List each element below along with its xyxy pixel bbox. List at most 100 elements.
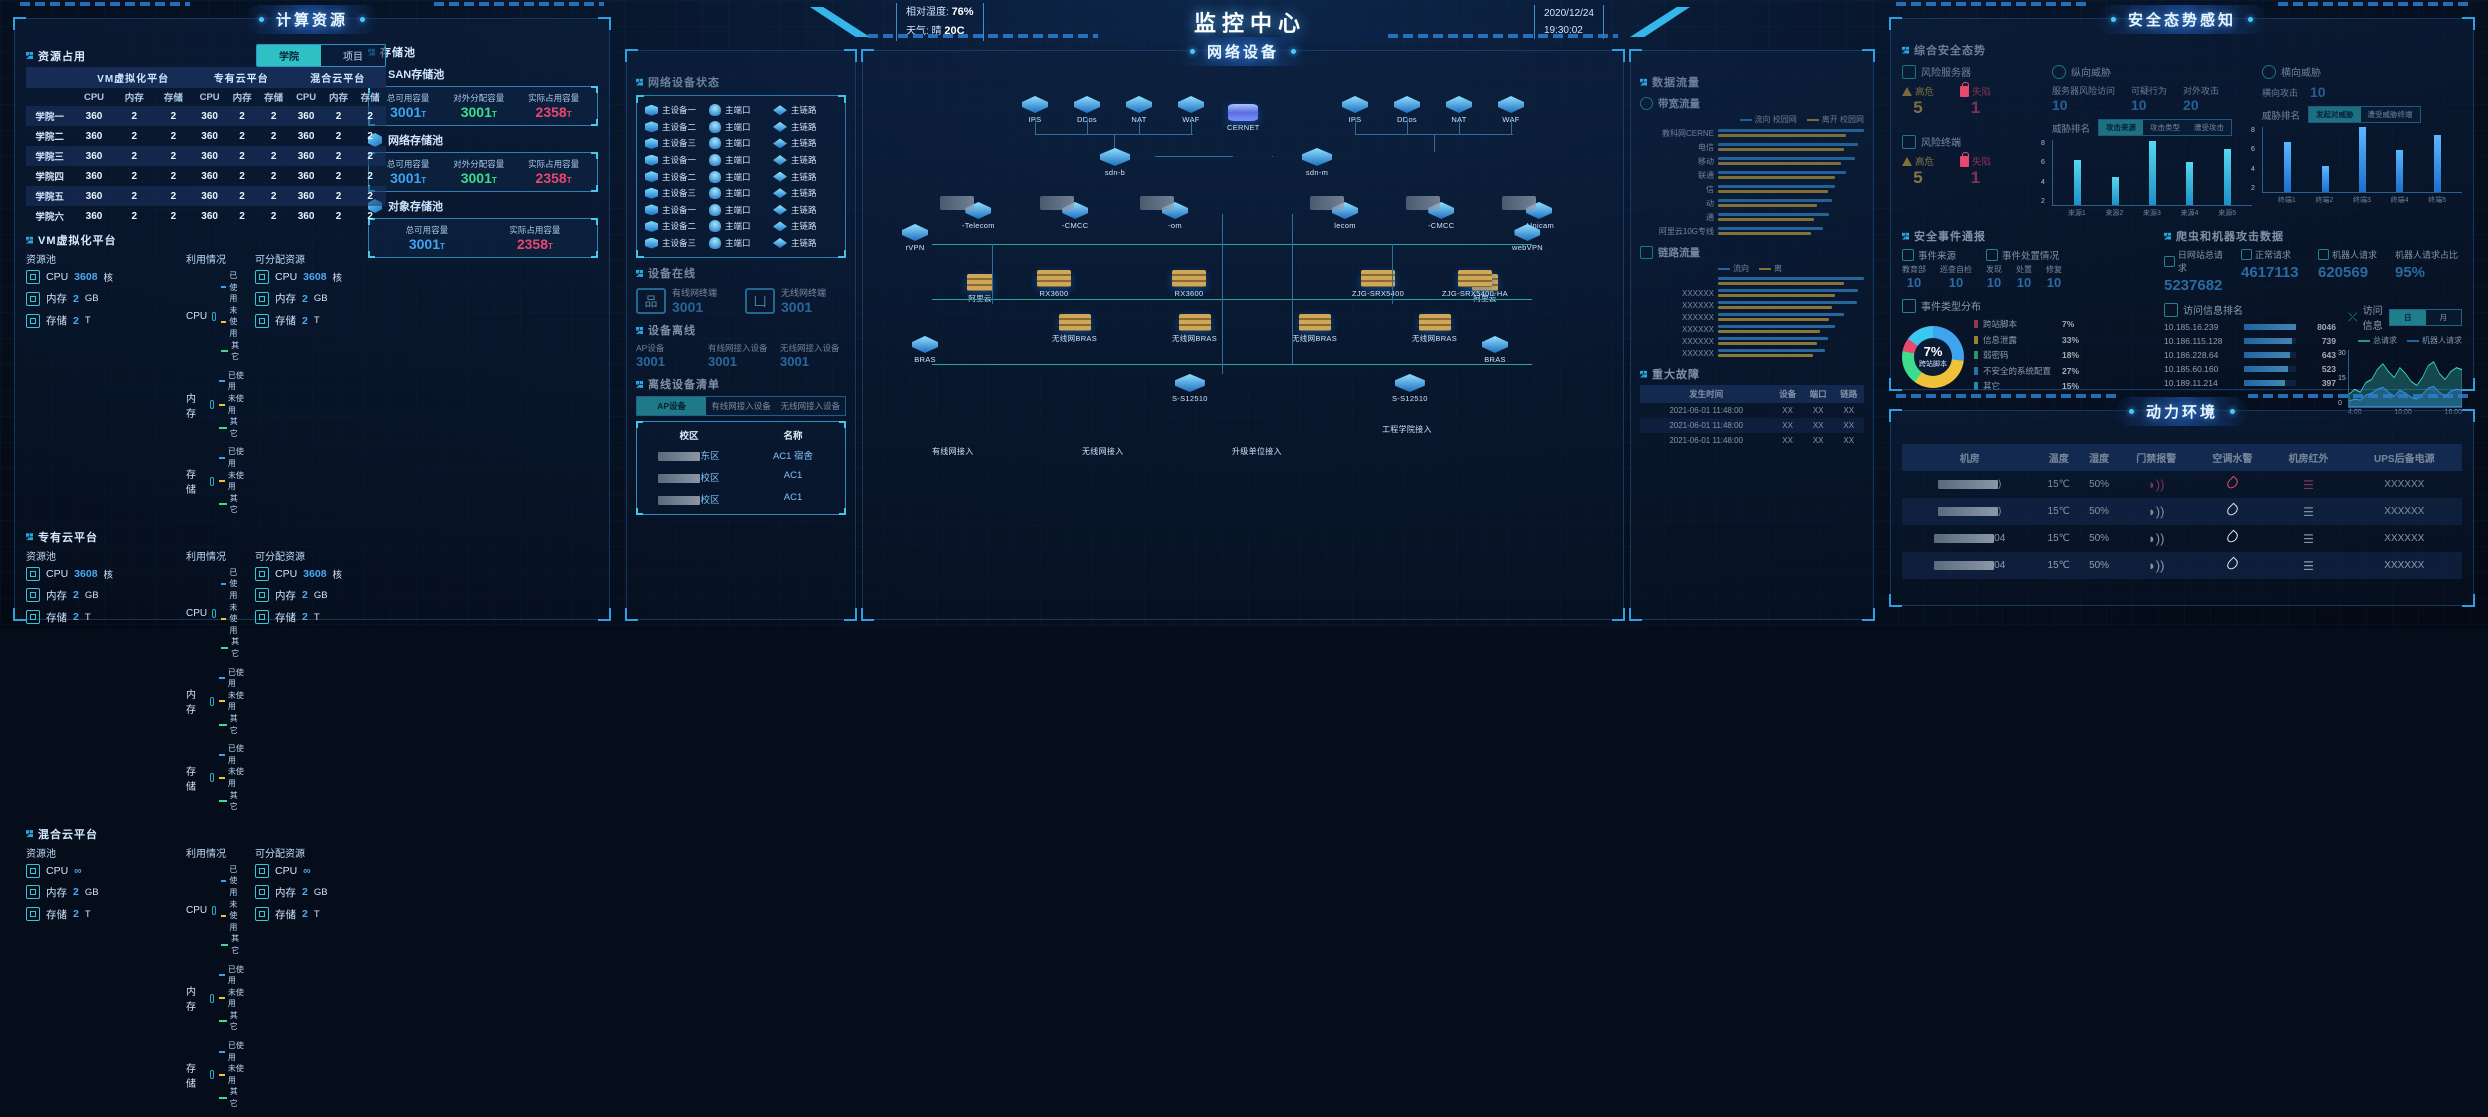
device-label: 主设备二 xyxy=(662,221,697,232)
device-status-row[interactable]: 主设备二 主端口 主链路 xyxy=(641,168,841,185)
list-item[interactable]: 东区 AC1 宿舍 xyxy=(637,444,845,466)
usage-title: 利用情况 xyxy=(186,848,226,860)
topology-node[interactable]: sdn-b xyxy=(1100,148,1130,177)
metric-value: 2358T xyxy=(516,236,553,252)
device-status-row[interactable]: 主设备一 主端口 主链路 xyxy=(641,152,841,169)
toggle-project[interactable]: 项目 xyxy=(321,45,385,66)
node-icon xyxy=(1178,96,1204,113)
label-text: 有线网接入 xyxy=(932,447,974,456)
device-status-row[interactable]: 主设备一 主端口 主链路 xyxy=(641,202,841,219)
alloc-item: 内存 2 GB xyxy=(255,588,403,603)
cell: 2 xyxy=(239,150,245,162)
device-status-row[interactable]: 主设备二 主端口 主链路 xyxy=(641,119,841,136)
header-wing-right-icon xyxy=(1630,7,1690,37)
decor-dashbar xyxy=(1896,394,2116,398)
topology-node[interactable]: BRAS xyxy=(912,336,938,364)
topology-node[interactable]: RX3600 xyxy=(1172,270,1206,298)
topology-link xyxy=(1139,118,1140,134)
lock-icon xyxy=(1960,81,1970,97)
topology-node[interactable]: BRAS xyxy=(1482,336,1508,364)
topology-node[interactable]: RX3600 xyxy=(1037,270,1071,298)
topology-node[interactable]: ZJG-SRX5400 xyxy=(1352,270,1404,298)
metric-unit: T xyxy=(421,176,427,185)
cell: 2 xyxy=(239,110,245,122)
usage-legend: 已使用 未使用 其它 xyxy=(221,270,245,363)
cell: 360 xyxy=(201,210,218,222)
topology-link xyxy=(1392,244,1393,304)
device-status-row[interactable]: 主设备三 主端口 主链路 xyxy=(641,235,841,252)
topology-link xyxy=(1511,118,1512,134)
platform-sections: VM虚拟化平台 资源池 CPU 3608 核 内存 2 GB 存储 2 T 利用… xyxy=(26,232,386,1117)
metric-unit: T xyxy=(566,176,572,185)
device-status-row[interactable]: 主设备二 主端口 主链路 xyxy=(641,218,841,235)
row-label: 学院六 xyxy=(35,212,64,223)
decor-dashbar xyxy=(2278,2,2468,6)
pool-label: 存储 xyxy=(46,908,67,921)
storage-metric: 总可用容量 3001T xyxy=(387,92,430,120)
topology-node[interactable]: S-S12510 xyxy=(1392,374,1428,403)
topology-node[interactable]: sdn-m xyxy=(1302,148,1332,177)
topology-node[interactable]: 无线网BRAS xyxy=(1172,314,1217,344)
pool-item: 存储 2 T xyxy=(26,610,166,625)
label-text: 升级单位接入 xyxy=(1232,447,1282,456)
col-campus: 校区 xyxy=(679,431,699,443)
corner-mark xyxy=(844,608,857,621)
topology-node[interactable]: 无线网BRAS xyxy=(1412,314,1457,344)
metric-value: 2358T xyxy=(535,170,572,186)
usage-legend: 已使用 未使用 其它 xyxy=(219,964,245,1034)
node-icon xyxy=(1178,314,1211,331)
device-status-row[interactable]: 主设备三 主端口 主链路 xyxy=(641,185,841,202)
alloc-title: 可分配资源 xyxy=(255,551,305,563)
chart-bars xyxy=(2053,140,2252,205)
metric-label: 对外分配容量 xyxy=(453,159,505,169)
list-item[interactable]: 校区 AC1 xyxy=(637,488,845,510)
topology-node[interactable]: rVPN xyxy=(902,224,928,252)
device-status-row[interactable]: 主设备一 主端口 主链路 xyxy=(641,102,841,119)
security-column: 安全态势感知 综合安全态势 风险服务器 高危 5 xyxy=(1880,0,2488,628)
alloc-value: 2 xyxy=(302,611,308,624)
cell: 2 xyxy=(335,210,342,222)
device-status-row[interactable]: 主设备三 主端口 主链路 xyxy=(641,135,841,152)
topology-node[interactable]: webVPN xyxy=(1512,224,1543,252)
metric-label: 总可用容量 xyxy=(386,159,430,169)
topology-node[interactable]: CERNET xyxy=(1227,104,1260,132)
topology-node[interactable]: 无线网BRAS xyxy=(1052,314,1097,344)
cell: 360 xyxy=(201,110,218,122)
port-cell: 主端口 xyxy=(709,137,773,150)
pool-value: 2 xyxy=(73,314,79,327)
cell: 2 xyxy=(170,150,177,162)
heading-text: 专有云平台 xyxy=(38,531,98,544)
horizontal-threat-chart: 8 6 4 2 xyxy=(2251,127,2462,193)
cell: 2 xyxy=(335,110,342,122)
cpu-icon xyxy=(26,863,40,878)
device-label: 主设备三 xyxy=(662,188,697,199)
corner-mark xyxy=(1629,608,1642,621)
device-cell: 主设备三 xyxy=(645,237,709,249)
y-tick: 4 xyxy=(2251,165,2255,173)
metric-unit: T xyxy=(440,242,445,251)
usage-col: 利用情况 CPU 已使用 未使用 其它 内存 已使用 未使用 其它 存储 已使用… xyxy=(186,251,245,523)
usage-bar-row: 存储 已使用 未使用 其它 xyxy=(186,1040,245,1110)
metric-value: 2358T xyxy=(535,104,572,120)
device-label: 主设备一 xyxy=(662,155,697,166)
usage-bar xyxy=(212,608,217,618)
topology-node[interactable]: S-S12510 xyxy=(1172,374,1208,403)
corner-mark xyxy=(1889,409,1902,422)
corner-mark xyxy=(838,95,846,103)
storage-pool-name: 网络存储池 xyxy=(368,132,598,148)
cell: 2 xyxy=(335,150,342,162)
usage-bar-row: 内存 已使用 未使用 其它 xyxy=(186,964,245,1034)
storage-metric: 总可用容量 3001T xyxy=(387,158,430,186)
compute-resources-column: 计算资源 资源占用 学院 项目 VM虚拟化平台 专有云平台 混合云平台 CPU … xyxy=(0,0,620,1108)
corner-mark xyxy=(2462,378,2475,391)
link-cell: 主链路 xyxy=(773,137,837,149)
device-cell: 主设备二 xyxy=(645,171,709,183)
scope-toggle[interactable]: 学院 项目 xyxy=(256,44,386,67)
current-date: 2020/12/24 xyxy=(1543,8,1594,19)
toggle-college[interactable]: 学院 xyxy=(257,45,321,66)
col-name: 名称 xyxy=(783,431,803,443)
topology-node[interactable]: 无线网BRAS xyxy=(1292,314,1337,344)
topology-node[interactable]: ZJG-SRX5400-HA xyxy=(1442,270,1508,298)
list-item[interactable]: 校区 AC1 xyxy=(637,466,845,488)
link-icon xyxy=(773,105,787,116)
